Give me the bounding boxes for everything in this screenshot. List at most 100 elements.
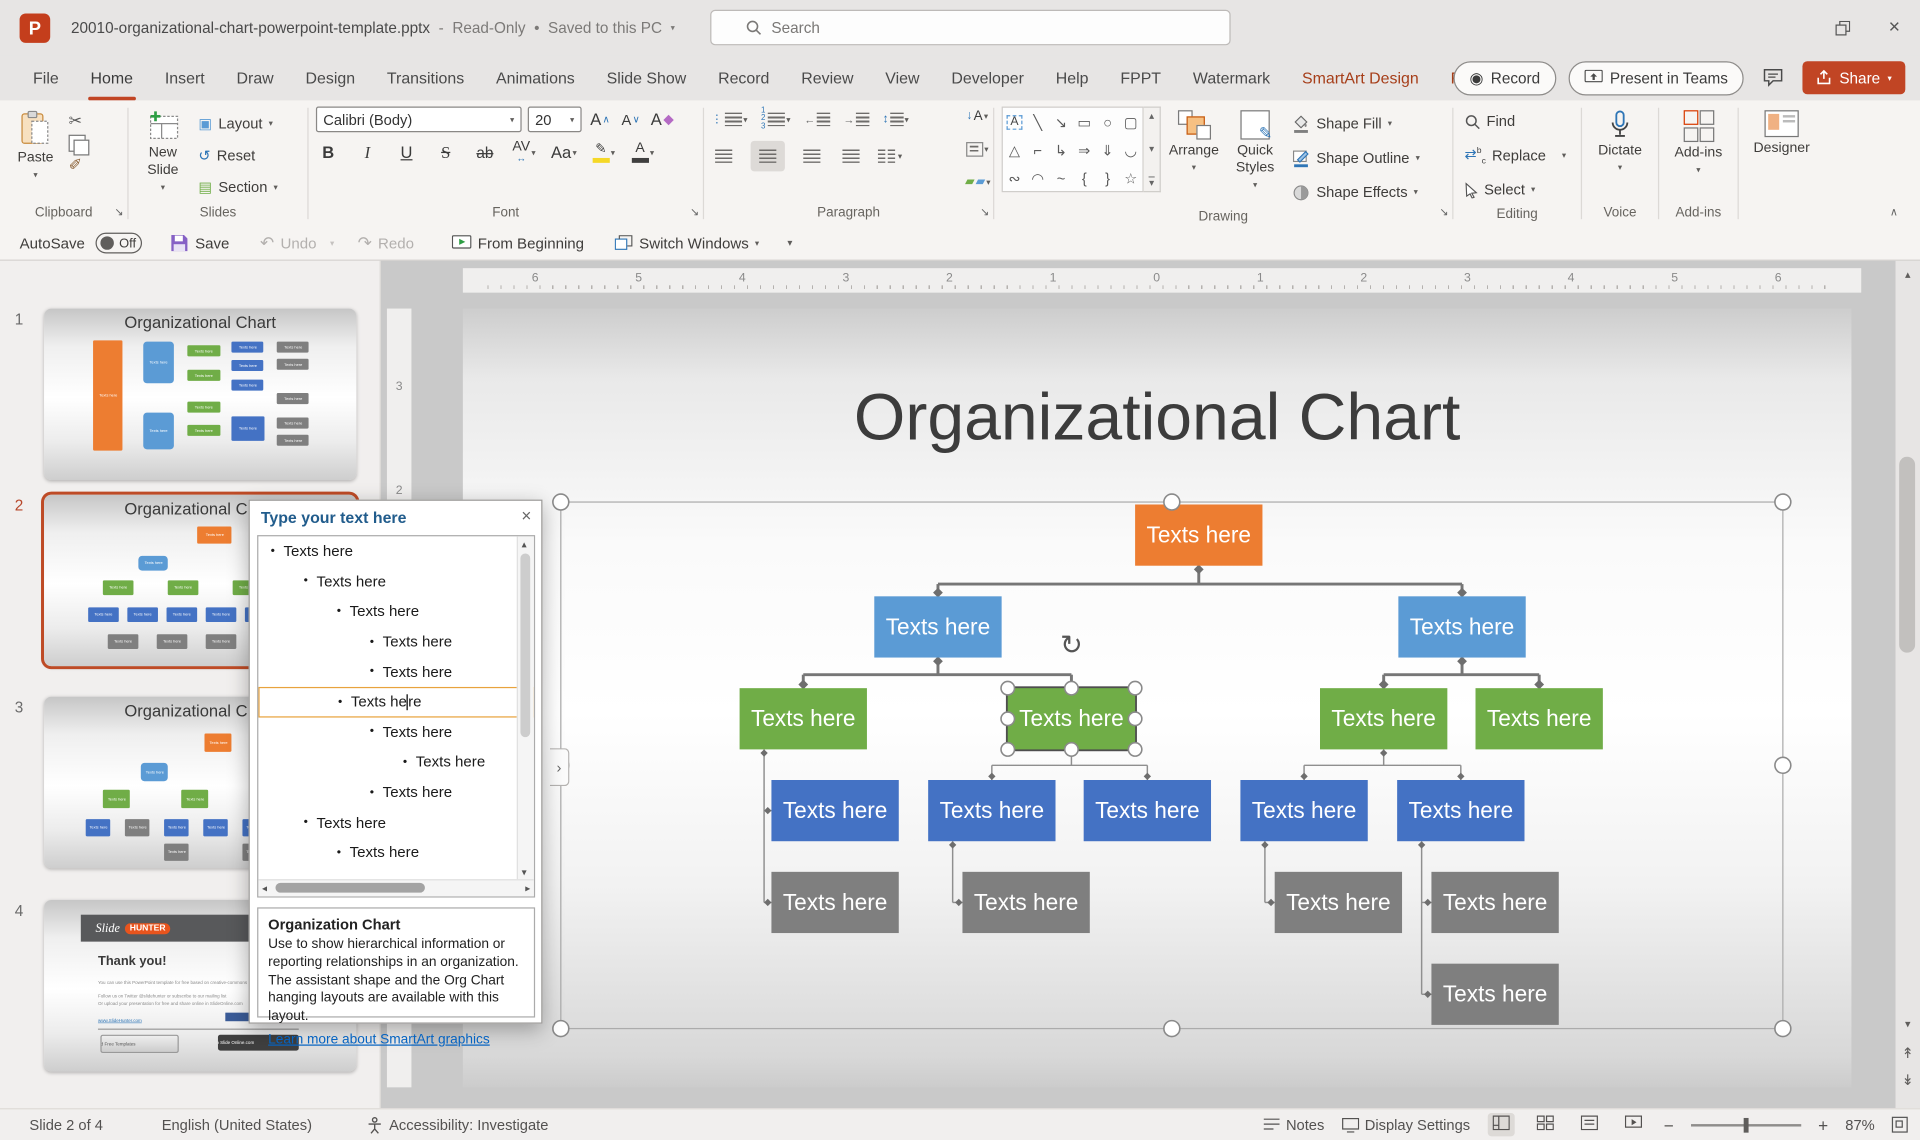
font-dialog-launcher[interactable]: ↘: [690, 202, 699, 223]
close-icon[interactable]: ×: [521, 506, 531, 526]
shape-gallery-item-12[interactable]: ∾: [1008, 171, 1020, 186]
org-node-d3[interactable]: Texts here: [1084, 780, 1211, 841]
org-node-d2[interactable]: Texts here: [928, 780, 1055, 841]
tab-file[interactable]: File: [17, 55, 74, 100]
underline-button[interactable]: U: [394, 140, 418, 166]
undo-button[interactable]: ↶ Undo▾: [260, 233, 334, 254]
line-spacing-button[interactable]: ↕▾: [882, 107, 908, 133]
tab-record[interactable]: Record: [702, 55, 785, 100]
increase-font-size-button[interactable]: A∧: [588, 107, 612, 133]
shape-outline-button[interactable]: Shape Outline▾: [1288, 143, 1423, 172]
scroll-down-arrow[interactable]: ▾: [1896, 1018, 1920, 1031]
text-pane-row[interactable]: •Texts here: [258, 807, 534, 837]
shape-gallery-item-0[interactable]: A: [1007, 114, 1023, 129]
shape-gallery-item-1[interactable]: ╲: [1033, 114, 1042, 129]
tab-fppt[interactable]: FPPT: [1104, 55, 1177, 100]
add-ins-button[interactable]: Add-ins▾: [1670, 107, 1726, 204]
slide-thumbnail-1[interactable]: Organizational ChartTexts hereTexts here…: [44, 309, 356, 480]
reading-view-button[interactable]: [1575, 1116, 1602, 1134]
learn-more-link[interactable]: Learn more about SmartArt graphics: [268, 1032, 490, 1047]
shape-gallery-item-11[interactable]: ◡: [1124, 143, 1137, 158]
slide-show-button[interactable]: [1620, 1116, 1647, 1134]
scrollbar-thumb[interactable]: [520, 553, 530, 737]
text-pane-toggle-button[interactable]: ›: [550, 748, 570, 786]
slide-sorter-view-button[interactable]: [1531, 1116, 1558, 1134]
language-indicator[interactable]: English (United States): [162, 1116, 312, 1133]
next-slide-button[interactable]: ↡: [1896, 1071, 1920, 1088]
org-node-d4[interactable]: Texts here: [1240, 780, 1367, 841]
tab-review[interactable]: Review: [785, 55, 869, 100]
shape-gallery-item-4[interactable]: ○: [1103, 114, 1112, 129]
close-window-button[interactable]: ×: [1869, 0, 1920, 55]
paragraph-dialog-launcher[interactable]: ↘: [980, 202, 989, 223]
shape-gallery-item-7[interactable]: ⌐: [1033, 143, 1042, 158]
paste-button[interactable]: Paste▾: [7, 107, 63, 204]
slide-canvas[interactable]: Organizational Chart Texts here Texts her…: [463, 309, 1852, 1088]
org-node-y1[interactable]: Texts here: [771, 872, 898, 933]
text-pane-row[interactable]: •Texts here: [258, 687, 534, 717]
shape-gallery-item-8[interactable]: ↳: [1055, 143, 1067, 158]
slide-title[interactable]: Organizational Chart: [463, 380, 1852, 456]
tab-watermark[interactable]: Watermark: [1177, 55, 1286, 100]
org-node-g4[interactable]: Texts here: [1476, 688, 1603, 749]
dictate-button[interactable]: Dictate▾: [1592, 107, 1648, 204]
tab-animations[interactable]: Animations: [480, 55, 591, 100]
shape-gallery-item-14[interactable]: ~: [1057, 171, 1066, 186]
section-button[interactable]: ▤ Section▾: [195, 173, 282, 202]
org-node-g3[interactable]: Texts here: [1320, 688, 1447, 749]
cut-button[interactable]: ✂: [69, 111, 86, 131]
powerpoint-logo-icon[interactable]: P: [20, 13, 51, 42]
align-center-button[interactable]: [751, 141, 785, 172]
reset-button[interactable]: ↺ Reset: [195, 141, 282, 170]
text-pane-row[interactable]: •Texts here: [258, 627, 534, 657]
bullets-button[interactable]: ⋮▾: [711, 107, 747, 133]
select-button[interactable]: Select▾: [1461, 175, 1574, 204]
display-settings-button[interactable]: Display Settings: [1341, 1116, 1470, 1133]
previous-slide-button[interactable]: ↟: [1896, 1044, 1920, 1061]
org-node-y3[interactable]: Texts here: [1275, 872, 1402, 933]
clipboard-dialog-launcher[interactable]: ↘: [114, 202, 123, 223]
org-node-y2[interactable]: Texts here: [962, 872, 1089, 933]
shape-fill-button[interactable]: Shape Fill▾: [1288, 109, 1423, 138]
tab-insert[interactable]: Insert: [149, 55, 221, 100]
text-highlight-color-button[interactable]: ✎▾: [591, 140, 615, 166]
tab-home[interactable]: Home: [75, 55, 149, 100]
shapes-gallery-scrollbar[interactable]: ▴▾▾: [1144, 107, 1161, 193]
zoom-out-button[interactable]: −: [1664, 1115, 1674, 1135]
align-text-button[interactable]: ▾: [965, 136, 989, 162]
shape-gallery-item-16[interactable]: }: [1105, 171, 1110, 186]
shape-gallery-item-10[interactable]: ⇓: [1101, 143, 1113, 158]
scroll-up-arrow[interactable]: ▴: [1896, 268, 1920, 281]
justify-button[interactable]: [839, 143, 863, 169]
org-node-d1[interactable]: Texts here: [771, 780, 898, 841]
restore-window-button[interactable]: [1817, 0, 1868, 55]
zoom-slider-thumb[interactable]: [1744, 1117, 1749, 1132]
drawing-dialog-launcher[interactable]: ↘: [1439, 202, 1448, 223]
qat-overflow-button[interactable]: ▾: [787, 238, 792, 249]
text-pane-row[interactable]: •Texts here: [258, 717, 534, 747]
shape-gallery-item-6[interactable]: △: [1009, 143, 1020, 158]
text-pane-header[interactable]: Type your text here ×: [250, 501, 541, 535]
shape-effects-button[interactable]: Shape Effects▾: [1288, 178, 1423, 207]
org-node-root[interactable]: Texts here: [1135, 504, 1262, 565]
tab-transitions[interactable]: Transitions: [371, 55, 480, 100]
org-node-d5[interactable]: Texts here: [1397, 780, 1524, 841]
org-node-b-left[interactable]: Texts here: [874, 596, 1001, 657]
fit-slide-to-window-button[interactable]: [1892, 1117, 1908, 1133]
text-pane-row[interactable]: •Texts here: [258, 777, 534, 807]
normal-view-button[interactable]: [1487, 1113, 1514, 1136]
columns-button[interactable]: ▾: [878, 143, 902, 169]
redo-button[interactable]: ↷ Redo: [358, 233, 414, 254]
quick-styles-button[interactable]: Quick Styles▾: [1227, 107, 1283, 207]
font-size-select[interactable]: 20▾: [528, 107, 582, 133]
shape-gallery-item-5[interactable]: ▢: [1124, 114, 1138, 129]
shape-gallery-item-13[interactable]: ◠: [1031, 171, 1044, 186]
org-node-y5[interactable]: Texts here: [1431, 964, 1558, 1025]
align-right-button[interactable]: [800, 143, 824, 169]
new-slide-button[interactable]: New Slide▾: [136, 107, 190, 204]
text-pane-vertical-scrollbar[interactable]: ▴ ▾: [517, 536, 534, 880]
scrollbar-thumb[interactable]: [276, 883, 425, 893]
autosave-toggle[interactable]: Off: [96, 233, 143, 254]
numbering-button[interactable]: 123▾: [761, 107, 791, 133]
tab-smartart-design[interactable]: SmartArt Design: [1286, 55, 1435, 100]
